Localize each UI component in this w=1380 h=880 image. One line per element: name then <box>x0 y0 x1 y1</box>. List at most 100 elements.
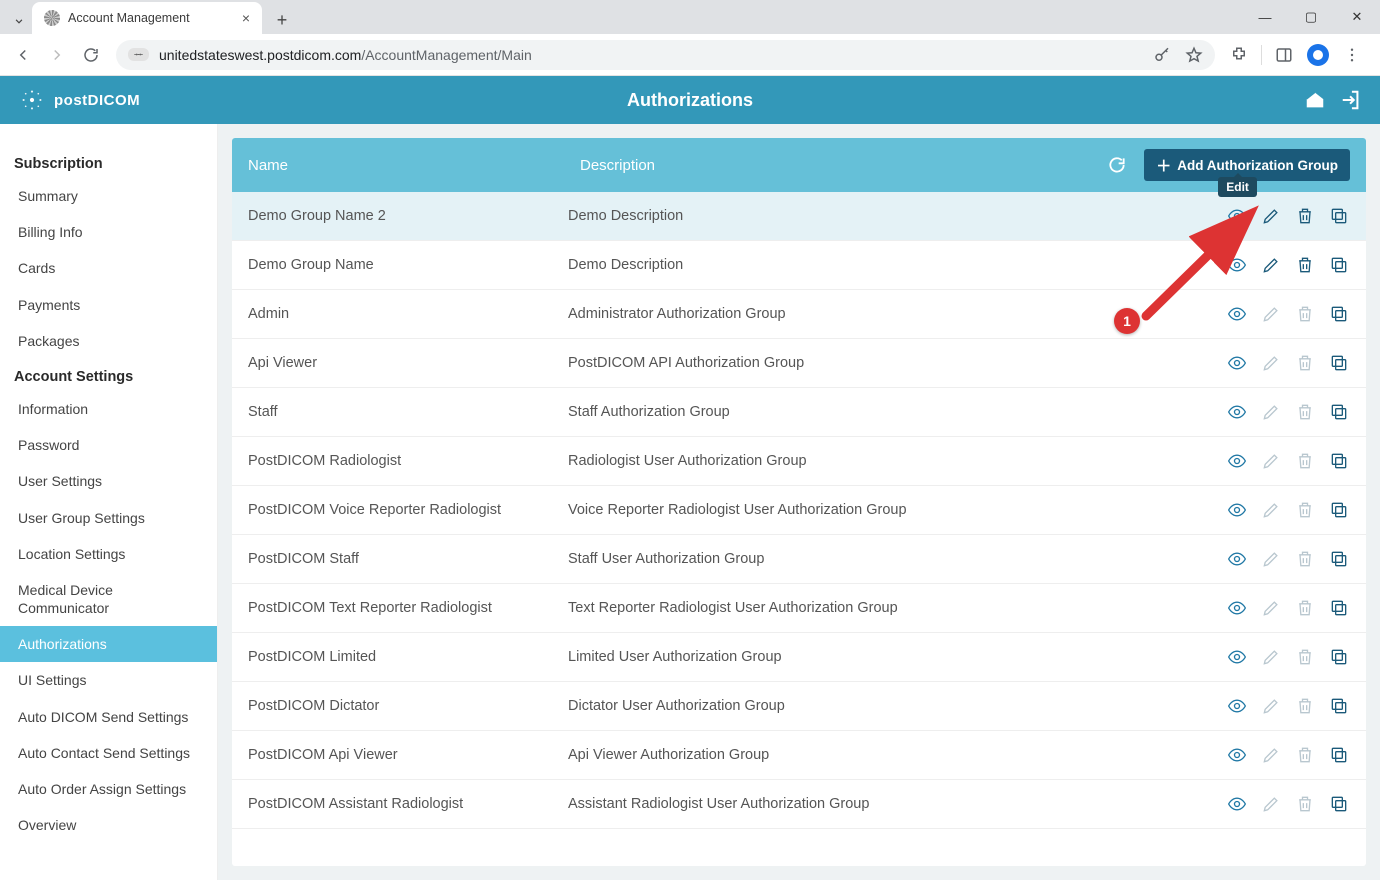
row-name: PostDICOM Dictator <box>248 698 568 714</box>
delete-icon[interactable] <box>1294 352 1316 374</box>
sidebar-item-auto-dicom-send-settings[interactable]: Auto DICOM Send Settings <box>0 699 217 735</box>
password-key-icon[interactable] <box>1153 46 1171 64</box>
delete-icon[interactable] <box>1294 499 1316 521</box>
edit-icon[interactable] <box>1260 205 1282 227</box>
nav-back[interactable] <box>8 40 38 70</box>
row-description: Limited User Authorization Group <box>568 649 1226 665</box>
view-icon[interactable] <box>1226 205 1248 227</box>
copy-icon[interactable] <box>1328 695 1350 717</box>
copy-icon[interactable] <box>1328 548 1350 570</box>
sidebar-item-overview[interactable]: Overview <box>0 807 217 843</box>
copy-icon[interactable] <box>1328 401 1350 423</box>
sidebar-item-authorizations[interactable]: Authorizations <box>0 626 217 662</box>
delete-icon[interactable] <box>1294 793 1316 815</box>
copy-icon[interactable] <box>1328 303 1350 325</box>
copy-icon[interactable] <box>1328 352 1350 374</box>
extensions-icon[interactable] <box>1225 41 1253 69</box>
sidebar-item-billing-info[interactable]: Billing Info <box>0 214 217 250</box>
edit-icon[interactable] <box>1260 597 1282 619</box>
copy-icon[interactable] <box>1328 793 1350 815</box>
edit-icon[interactable] <box>1260 401 1282 423</box>
row-name: Staff <box>248 404 568 420</box>
tab-close-icon[interactable]: × <box>242 10 250 26</box>
view-icon[interactable] <box>1226 695 1248 717</box>
sidebar-item-user-group-settings[interactable]: User Group Settings <box>0 500 217 536</box>
sidebar-item-cards[interactable]: Cards <box>0 250 217 286</box>
window-maximize[interactable]: ▢ <box>1288 0 1334 34</box>
edit-icon[interactable] <box>1260 499 1282 521</box>
copy-icon[interactable] <box>1328 499 1350 521</box>
column-description[interactable]: Description <box>580 157 1090 174</box>
site-info-chip[interactable] <box>128 48 149 61</box>
plus-icon: ＋ <box>1156 155 1171 176</box>
view-icon[interactable] <box>1226 548 1248 570</box>
edit-icon[interactable] <box>1260 548 1282 570</box>
sidebar-item-payments[interactable]: Payments <box>0 287 217 323</box>
view-icon[interactable] <box>1226 793 1248 815</box>
delete-icon[interactable] <box>1294 254 1316 276</box>
view-icon[interactable] <box>1226 597 1248 619</box>
delete-icon[interactable] <box>1294 695 1316 717</box>
delete-icon[interactable] <box>1294 646 1316 668</box>
view-icon[interactable] <box>1226 303 1248 325</box>
refresh-button[interactable] <box>1102 150 1132 180</box>
edit-icon[interactable] <box>1260 352 1282 374</box>
sidebar-item-information[interactable]: Information <box>0 391 217 427</box>
sidebar-item-auto-contact-send-settings[interactable]: Auto Contact Send Settings <box>0 735 217 771</box>
brand[interactable]: postDICOM <box>18 86 140 114</box>
delete-icon[interactable] <box>1294 450 1316 472</box>
copy-icon[interactable] <box>1328 597 1350 619</box>
tabs-dropdown[interactable] <box>6 8 32 34</box>
view-icon[interactable] <box>1226 744 1248 766</box>
copy-icon[interactable] <box>1328 646 1350 668</box>
help-icon[interactable] <box>1304 89 1326 111</box>
edit-icon[interactable] <box>1260 450 1282 472</box>
sidebar-item-ui-settings[interactable]: UI Settings <box>0 662 217 698</box>
view-icon[interactable] <box>1226 450 1248 472</box>
bookmark-star-icon[interactable] <box>1185 46 1203 64</box>
browser-tab[interactable]: Account Management × <box>32 2 262 34</box>
sidebar-item-packages[interactable]: Packages <box>0 323 217 359</box>
new-tab-button[interactable]: + <box>268 6 296 34</box>
exit-icon[interactable] <box>1340 89 1362 111</box>
window-minimize[interactable]: ― <box>1242 0 1288 34</box>
edit-icon[interactable] <box>1260 793 1282 815</box>
table-row: Demo Group NameDemo Description <box>232 241 1366 290</box>
sidebar-item-user-settings[interactable]: User Settings <box>0 463 217 499</box>
column-name[interactable]: Name <box>248 157 568 174</box>
view-icon[interactable] <box>1226 254 1248 276</box>
sidebar-item-medical-device-communicator[interactable]: Medical Device Communicator <box>0 572 217 626</box>
view-icon[interactable] <box>1226 499 1248 521</box>
address-bar[interactable]: unitedstateswest.postdicom.com/AccountMa… <box>116 40 1215 70</box>
copy-icon[interactable] <box>1328 744 1350 766</box>
edit-icon[interactable] <box>1260 695 1282 717</box>
sidebar-item-location-settings[interactable]: Location Settings <box>0 536 217 572</box>
delete-icon[interactable] <box>1294 597 1316 619</box>
nav-reload[interactable] <box>76 40 106 70</box>
copy-icon[interactable] <box>1328 205 1350 227</box>
add-authorization-group-button[interactable]: ＋ Add Authorization Group Edit <box>1144 149 1350 181</box>
window-close[interactable]: ✕ <box>1334 0 1380 34</box>
edit-icon[interactable] <box>1260 303 1282 325</box>
copy-icon[interactable] <box>1328 254 1350 276</box>
delete-icon[interactable] <box>1294 744 1316 766</box>
delete-icon[interactable] <box>1294 548 1316 570</box>
delete-icon[interactable] <box>1294 401 1316 423</box>
edit-icon[interactable] <box>1260 646 1282 668</box>
view-icon[interactable] <box>1226 352 1248 374</box>
copy-icon[interactable] <box>1328 450 1350 472</box>
edit-icon[interactable] <box>1260 254 1282 276</box>
delete-icon[interactable] <box>1294 303 1316 325</box>
sidebar-item-auto-order-assign-settings[interactable]: Auto Order Assign Settings <box>0 771 217 807</box>
browser-menu-icon[interactable] <box>1338 41 1366 69</box>
nav-forward[interactable] <box>42 40 72 70</box>
edit-icon[interactable] <box>1260 744 1282 766</box>
delete-icon[interactable] <box>1294 205 1316 227</box>
sidebar-item-password[interactable]: Password <box>0 427 217 463</box>
view-icon[interactable] <box>1226 401 1248 423</box>
view-icon[interactable] <box>1226 646 1248 668</box>
sidepanel-icon[interactable] <box>1270 41 1298 69</box>
profile-avatar[interactable] <box>1304 41 1332 69</box>
authorizations-panel: Name Description ＋ Add Authorization Gro… <box>232 138 1366 866</box>
sidebar-item-summary[interactable]: Summary <box>0 178 217 214</box>
